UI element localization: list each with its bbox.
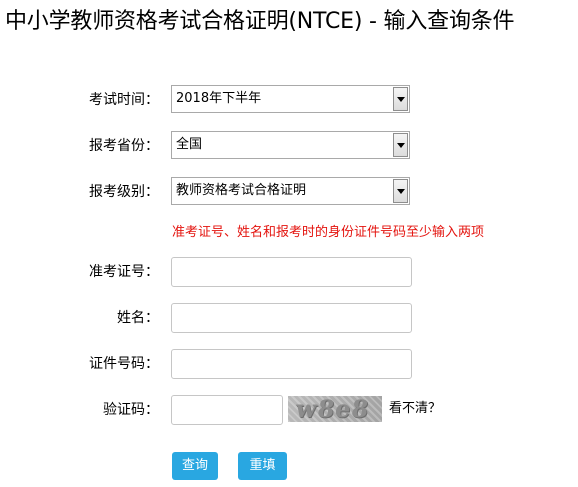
name-input[interactable] [171, 303, 412, 333]
captcha-code-text: w8e8 [293, 396, 372, 422]
exam-time-select[interactable]: 2018年下半年 [171, 85, 410, 113]
reset-button[interactable]: 重填 [238, 452, 287, 480]
province-select[interactable]: 全国 [171, 131, 410, 159]
level-selected-value: 教师资格考试合格证明 [176, 183, 307, 198]
chevron-down-icon[interactable] [393, 179, 408, 203]
admission-no-label: 准考证号： [89, 264, 159, 280]
page-title: 中小学教师资格考试合格证明(NTCE) - 输入查询条件 [5, 9, 515, 34]
name-row: 姓名： [0, 303, 578, 333]
exam-time-label: 考试时间： [89, 92, 159, 108]
admission-no-input[interactable] [171, 257, 412, 287]
province-selected-value: 全国 [176, 137, 203, 152]
id-no-label: 证件号码： [89, 356, 159, 372]
query-button[interactable]: 查询 [172, 452, 218, 480]
name-label: 姓名： [117, 310, 159, 326]
id-no-row: 证件号码： [0, 349, 578, 379]
level-label: 报考级别： [89, 184, 159, 200]
captcha-input[interactable] [171, 395, 283, 425]
level-select[interactable]: 教师资格考试合格证明 [171, 177, 410, 205]
chevron-down-icon[interactable] [393, 133, 408, 157]
chevron-down-icon[interactable] [393, 87, 408, 111]
captcha-refresh-link[interactable]: 看不清？ [389, 395, 441, 423]
input-requirement-hint: 准考证号、姓名和报考时的身份证件号码至少输入两项 [172, 225, 485, 240]
admission-no-row: 准考证号： [0, 257, 578, 287]
province-row: 报考省份： 全国 [0, 131, 578, 161]
exam-time-row: 考试时间： 2018年下半年 [0, 85, 578, 115]
province-label: 报考省份： [89, 138, 159, 154]
exam-time-selected-value: 2018年下半年 [176, 91, 262, 106]
captcha-row: 验证码： w8e8 看不清？ [0, 395, 578, 425]
captcha-image[interactable]: w8e8 [288, 396, 382, 422]
captcha-label: 验证码： [103, 402, 159, 418]
id-no-input[interactable] [171, 349, 412, 379]
level-row: 报考级别： 教师资格考试合格证明 [0, 177, 578, 207]
